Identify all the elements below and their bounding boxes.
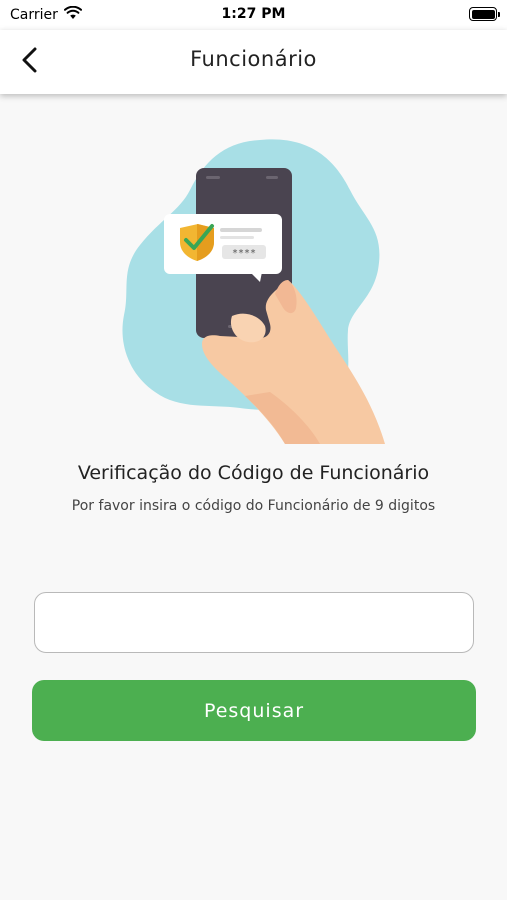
- navigation-bar: Funcionário: [0, 30, 507, 94]
- status-bar: Carrier 1:27 PM: [0, 0, 507, 30]
- battery-icon: [469, 7, 500, 21]
- page-title: Funcionário: [190, 47, 317, 71]
- search-button[interactable]: Pesquisar: [32, 680, 476, 741]
- verification-heading: Verificação do Código de Funcionário: [77, 462, 430, 484]
- employee-code-input[interactable]: [34, 592, 474, 653]
- status-right: [469, 7, 500, 21]
- verification-subheading: Por favor insira o código do Funcionário…: [71, 498, 436, 514]
- status-time: 1:27 PM: [221, 6, 286, 22]
- svg-text:****: ****: [232, 248, 256, 259]
- phone-verification-illustration: ****: [110, 130, 400, 450]
